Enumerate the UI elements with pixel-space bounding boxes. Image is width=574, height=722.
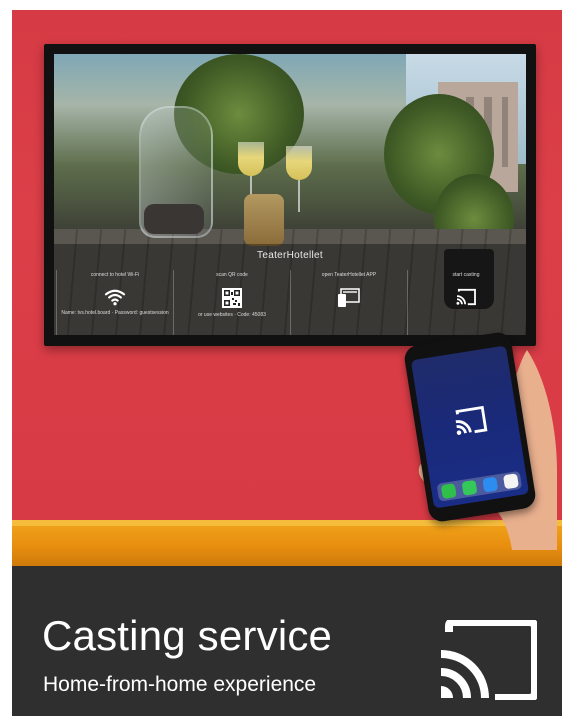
- wine-glass: [238, 142, 264, 176]
- browser-app-icon: [481, 476, 498, 493]
- info-banner: Casting service Home-from-home experienc…: [12, 566, 562, 716]
- tv-tile-wifi[interactable]: connect to hotel Wi-Fi Name: tvs.hotel.b…: [56, 270, 173, 335]
- tv-screen: TeaterHotellet connect to hotel Wi-Fi Na…: [54, 54, 526, 335]
- tile-heading: scan QR code: [216, 272, 248, 278]
- jar: [244, 194, 284, 246]
- tile-heading: start casting: [452, 272, 480, 278]
- music-app-icon: [502, 473, 519, 490]
- lantern-stones: [144, 204, 204, 234]
- tv-hotel-title: TeaterHotellet: [257, 250, 323, 261]
- wine-glass-stem: [298, 180, 300, 212]
- tile-heading: open TeaterHotellet APP: [321, 272, 377, 278]
- app-icon: [338, 288, 360, 307]
- television: TeaterHotellet connect to hotel Wi-Fi Na…: [44, 44, 536, 346]
- banner-title: Casting service: [42, 612, 333, 659]
- tile-heading: connect to hotel Wi-Fi: [90, 272, 140, 278]
- cast-icon: [456, 288, 476, 306]
- phone-screen: [410, 345, 530, 509]
- cast-icon: [440, 620, 537, 700]
- cast-icon: [455, 405, 488, 435]
- wine-glass: [286, 146, 312, 180]
- phone-app-icon: [440, 483, 457, 500]
- tile-footer: Name: tvs.hotel.board · Password: guests…: [61, 310, 169, 316]
- tile-footer: or use websites · Code: 45083: [198, 312, 266, 318]
- banner-subtitle: Home-from-home experience: [43, 673, 317, 696]
- messages-app-icon: [461, 479, 478, 496]
- tv-tile-cast[interactable]: start casting: [407, 270, 524, 335]
- wifi-icon: [104, 289, 126, 306]
- tv-tile-qr[interactable]: scan QR code or use websites · Code: 450…: [173, 270, 290, 335]
- tv-tile-app[interactable]: open TeaterHotellet APP: [290, 270, 407, 335]
- phone-dock: [436, 470, 523, 502]
- qr-code-icon: [222, 288, 242, 308]
- promo-image: TeaterHotellet connect to hotel Wi-Fi Na…: [12, 10, 562, 716]
